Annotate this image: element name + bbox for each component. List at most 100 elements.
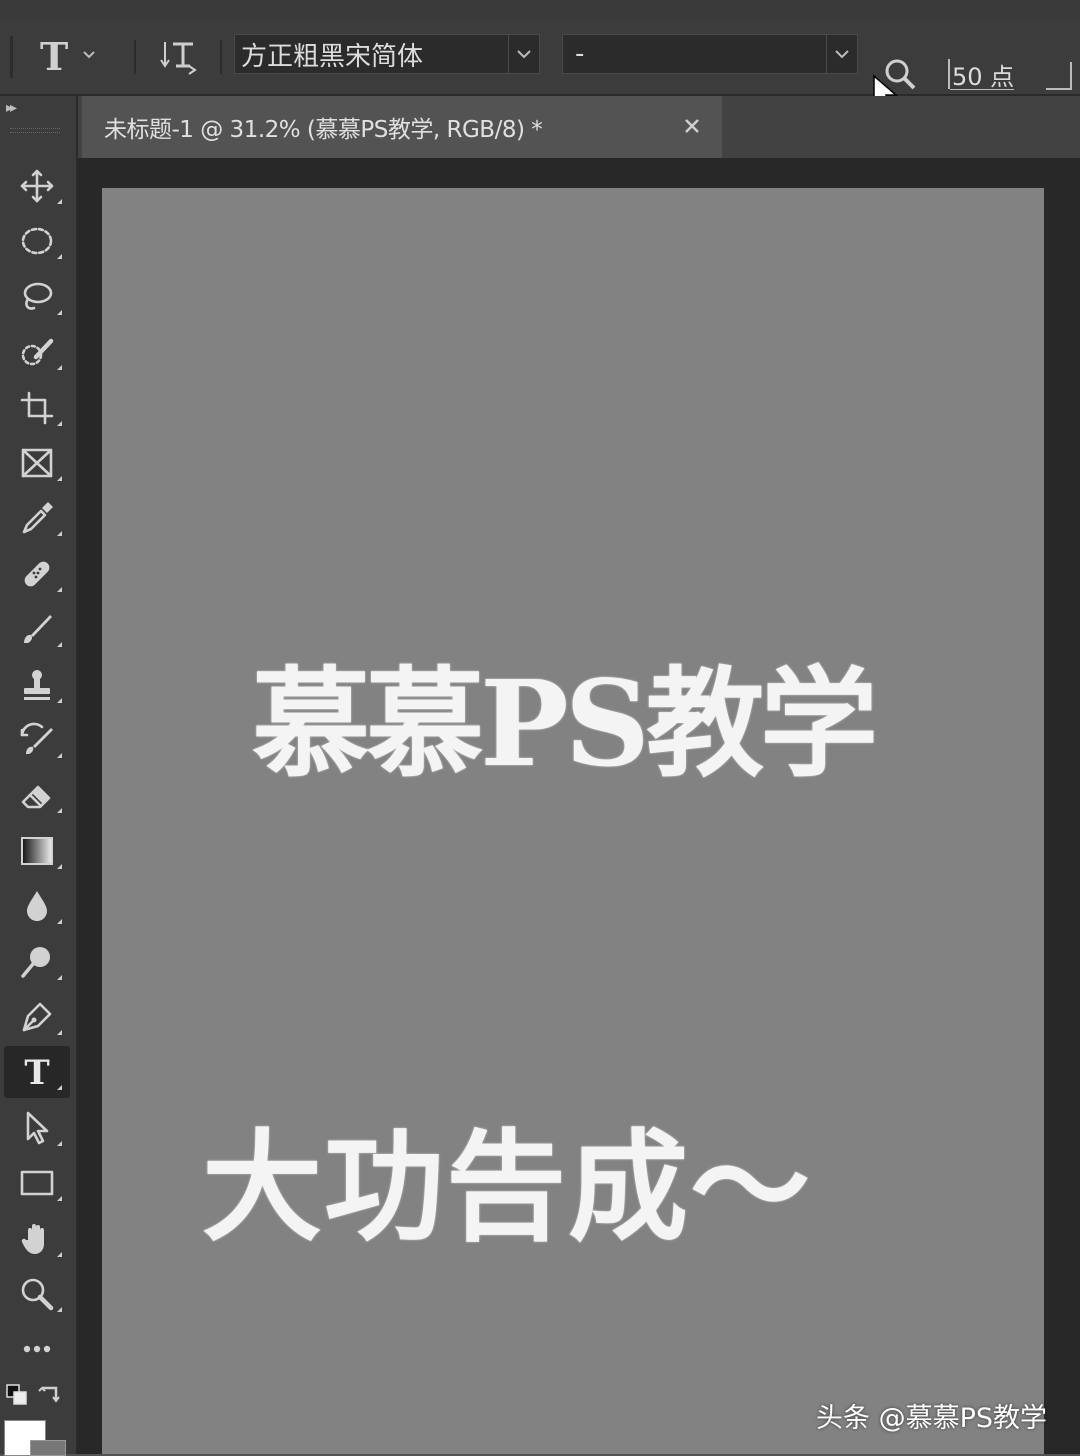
tool-group-indicator (57, 254, 62, 260)
font-size-underline (950, 89, 1014, 90)
brush-tool[interactable] (4, 603, 70, 655)
quick-selection-icon (21, 338, 54, 366)
tool-group-indicator (57, 753, 62, 758)
tool-group-indicator (57, 199, 62, 204)
font-family-value: 方正粗黑宋简体 (241, 41, 424, 72)
move-tool[interactable] (4, 160, 70, 212)
tool-group-indicator (57, 586, 62, 592)
tool-group-indicator (57, 697, 62, 703)
type-tool[interactable]: T (4, 1046, 70, 1099)
lasso-icon (23, 282, 53, 310)
clone-stamp-tool[interactable] (4, 659, 70, 711)
stamp-icon (24, 669, 50, 700)
pen-tool[interactable] (4, 991, 70, 1043)
toolbar-grip[interactable] (10, 128, 60, 133)
rectangle-tool[interactable] (4, 1157, 70, 1209)
rectangle-icon (20, 1170, 54, 1196)
text-layer-main[interactable]: 慕慕PS教学 (252, 628, 878, 799)
tool-group-indicator (57, 1251, 62, 1257)
chevron-down-icon (508, 35, 539, 73)
eyedropper-tool[interactable] (4, 492, 70, 544)
blur-tool[interactable] (4, 880, 70, 932)
window-top-strip (0, 0, 1080, 18)
eraser-tool[interactable] (4, 769, 70, 821)
tool-group-indicator (57, 974, 62, 980)
lasso-tool[interactable] (4, 271, 70, 323)
font-family-dropdown[interactable]: 方正粗黑宋简体 (234, 34, 540, 74)
chevron-down-icon (82, 48, 96, 64)
canvas-workspace: 慕慕PS教学 大功告成～ (78, 158, 1080, 1454)
tool-group-indicator (57, 1030, 62, 1035)
tool-preset-picker[interactable]: T (40, 32, 120, 80)
toggle-text-orientation-button[interactable] (152, 32, 206, 80)
edit-toolbar[interactable] (4, 1323, 70, 1375)
history-brush-icon (20, 722, 53, 754)
tools-panel: ▸▸ T (0, 96, 78, 1456)
tool-group-indicator (57, 919, 62, 925)
gradient-tool[interactable] (4, 825, 70, 877)
pen-icon (22, 1002, 52, 1032)
tool-group-indicator (57, 1307, 62, 1312)
anti-alias-field-edge[interactable] (1046, 62, 1072, 90)
tool-group-indicator (57, 476, 62, 481)
text-layer-sub[interactable]: 大功告成～ (202, 1090, 812, 1264)
tool-group-indicator (57, 365, 62, 371)
options-separator (220, 40, 222, 74)
brush-icon (24, 615, 52, 644)
type-icon: T (24, 1053, 49, 1091)
swap-colors-icon[interactable] (38, 1384, 64, 1406)
font-size-bracket (948, 59, 950, 89)
zoom-tool[interactable] (4, 1268, 70, 1320)
eyedropper-icon (22, 502, 53, 534)
zoom-icon (21, 1278, 54, 1311)
tool-group-indicator (57, 863, 62, 869)
type-tool-preset-icon: T (40, 33, 69, 79)
history-brush-tool[interactable] (4, 714, 70, 766)
default-colors-icon[interactable] (6, 1384, 28, 1406)
tool-group-indicator (57, 642, 62, 648)
options-bar: T 方正粗黑宋简体 - 50 点 (0, 18, 1080, 110)
healing-brush-tool[interactable] (4, 548, 70, 600)
text-orientation-icon (160, 42, 197, 75)
drop-icon (27, 891, 47, 922)
document-tab-title: 未标题-1 @ 31.2% (慕慕PS教学, RGB/8) * (104, 117, 543, 143)
dodge-icon (21, 946, 50, 978)
font-style-value: - (575, 39, 585, 69)
close-icon[interactable] (684, 118, 700, 134)
font-size-value: 50 点 (952, 62, 1015, 91)
watermark-text: 头条 @慕慕PS教学 (816, 1403, 1048, 1434)
crop-icon (20, 391, 54, 424)
quick-selection-tool[interactable] (4, 326, 70, 378)
elliptical-marquee-tool[interactable] (4, 215, 70, 267)
frame-tool[interactable] (4, 437, 70, 489)
svg-text:T: T (24, 1053, 49, 1091)
eraser-icon (21, 786, 51, 809)
path-selection-tool[interactable] (4, 1102, 70, 1154)
hand-tool[interactable] (4, 1213, 70, 1265)
tool-group-indicator (57, 1196, 62, 1202)
document-tab[interactable]: 未标题-1 @ 31.2% (慕慕PS教学, RGB/8) * (82, 96, 722, 158)
tool-group-indicator (57, 1140, 62, 1146)
move-icon (20, 169, 54, 203)
document-tab-bar: 未标题-1 @ 31.2% (慕慕PS教学, RGB/8) * (78, 96, 1080, 158)
ellipse-marquee-icon (21, 228, 53, 255)
collapse-panel-icon[interactable]: ▸▸ (6, 100, 17, 116)
tool-group-indicator (57, 309, 62, 315)
gradient-icon (21, 836, 53, 865)
more-icon (23, 1346, 51, 1353)
options-bar-grip[interactable] (10, 36, 13, 78)
bandage-icon (24, 561, 50, 587)
tool-group-indicator (57, 420, 62, 426)
tool-group-indicator (57, 1085, 62, 1091)
frame-icon (21, 448, 53, 478)
hand-icon (21, 1223, 44, 1254)
dodge-tool[interactable] (4, 936, 70, 988)
options-separator (134, 40, 136, 74)
font-size-field[interactable]: 50 点 (948, 54, 1028, 94)
tool-group-indicator (57, 531, 62, 537)
arrow-select-icon (26, 1111, 49, 1145)
font-style-dropdown[interactable]: - (562, 34, 858, 74)
document-canvas[interactable]: 慕慕PS教学 大功告成～ (102, 188, 1044, 1454)
crop-tool[interactable] (4, 382, 70, 434)
tool-group-indicator (57, 808, 62, 814)
